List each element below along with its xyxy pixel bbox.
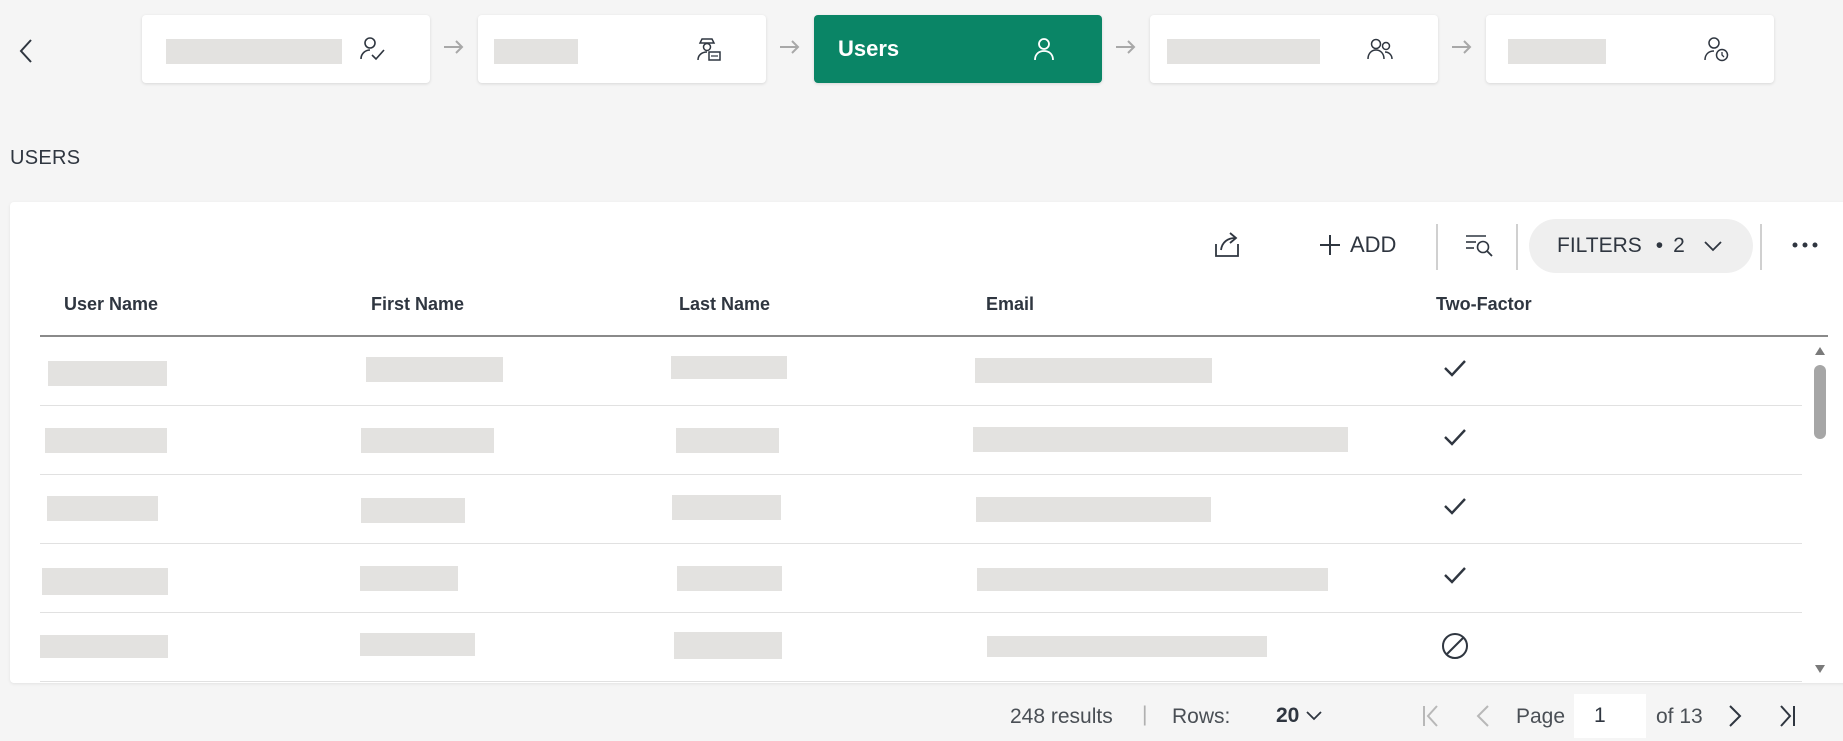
rows-per-page-value: 20: [1276, 704, 1300, 727]
table-row[interactable]: [40, 475, 1802, 544]
filters-count: 2: [1673, 234, 1685, 257]
filters-button[interactable]: FILTERS • 2: [1529, 219, 1753, 273]
column-header-username[interactable]: User Name: [64, 294, 158, 315]
user-check-icon: [360, 37, 385, 61]
chevron-down-icon: [1306, 711, 1322, 721]
cell-placeholder: [40, 635, 168, 658]
arrow-right-icon: [1452, 40, 1472, 54]
cell-placeholder: [674, 632, 782, 659]
table-body: [40, 337, 1812, 683]
section-title: USERS: [10, 147, 81, 169]
cell-placeholder: [676, 428, 779, 453]
user-icon: [1034, 38, 1054, 61]
cell-placeholder: [976, 497, 1211, 522]
scroll-down-arrow[interactable]: [1815, 665, 1825, 673]
results-count: 248 results: [1010, 705, 1113, 728]
check-icon: [1444, 360, 1466, 377]
step-3-users[interactable]: Users: [814, 15, 1102, 83]
export-icon: [1215, 232, 1239, 257]
step-5-label-placeholder: [1508, 39, 1606, 64]
arrow-right-icon: [780, 40, 800, 54]
cell-placeholder: [360, 566, 458, 591]
scroll-thumb[interactable]: [1814, 365, 1826, 439]
chevron-left-icon: [1476, 705, 1489, 727]
plus-icon: [1320, 235, 1340, 255]
arrow-right-icon: [444, 40, 464, 54]
user-clock-icon: [1704, 37, 1729, 62]
users-group-icon: [1367, 38, 1393, 60]
previous-page-button[interactable]: [1468, 700, 1498, 732]
cell-placeholder: [361, 498, 465, 523]
page-label: Page: [1516, 705, 1566, 728]
step-1-label-placeholder: [166, 39, 342, 64]
add-button-label: ADD: [1350, 232, 1397, 257]
toolbar-divider: [1516, 224, 1518, 270]
filters-separator: •: [1655, 234, 1664, 257]
cell-placeholder: [48, 361, 167, 386]
add-button[interactable]: ADD: [1318, 228, 1396, 262]
cell-placeholder: [677, 566, 782, 591]
cell-placeholder: [361, 428, 494, 453]
cell-placeholder: [366, 357, 503, 382]
rows-per-page-label: Rows:: [1172, 705, 1231, 728]
scroll-up-arrow[interactable]: [1815, 347, 1825, 355]
cell-placeholder: [973, 427, 1348, 452]
table-row[interactable]: [40, 337, 1802, 406]
blocked-icon: [1442, 633, 1468, 659]
cell-placeholder: [45, 428, 167, 453]
column-header-last-name[interactable]: Last Name: [679, 294, 770, 315]
table-row[interactable]: [40, 544, 1802, 613]
check-icon: [1444, 498, 1466, 515]
first-page-button[interactable]: [1416, 700, 1446, 732]
rows-per-page-select[interactable]: 20: [1276, 700, 1323, 732]
chevron-down-icon: [1704, 241, 1722, 252]
cell-placeholder: [975, 358, 1212, 383]
table-row[interactable]: [40, 613, 1802, 682]
cell-placeholder: [47, 496, 158, 521]
next-page-button[interactable]: [1720, 700, 1750, 732]
table-scrollbar[interactable]: [1810, 337, 1830, 683]
step-5[interactable]: [1486, 15, 1774, 83]
page-total: of 13: [1656, 705, 1703, 728]
users-table-panel: ADD FILTERS • 2 User Name First Name Las…: [10, 202, 1843, 683]
chevron-left-icon: [19, 39, 32, 63]
more-options-button[interactable]: [1787, 228, 1823, 262]
last-page-icon: [1780, 705, 1795, 727]
search-list-button[interactable]: [1462, 228, 1496, 262]
step-4-label-placeholder: [1167, 39, 1320, 64]
column-header-two-factor[interactable]: Two-Factor: [1436, 294, 1532, 315]
cell-placeholder: [671, 356, 787, 379]
check-icon: [1444, 429, 1466, 446]
table-row[interactable]: [40, 406, 1802, 475]
step-2-label-placeholder: [494, 39, 578, 64]
arrow-right-icon: [1116, 40, 1136, 54]
step-3-label: Users: [838, 36, 900, 61]
filters-label: FILTERS: [1557, 234, 1642, 257]
step-2[interactable]: [478, 15, 766, 83]
list-search-icon: [1466, 235, 1493, 257]
user-badge-icon: [697, 38, 721, 61]
cell-placeholder: [977, 568, 1328, 591]
cell-placeholder: [360, 633, 475, 656]
column-header-email[interactable]: Email: [986, 294, 1034, 315]
step-1[interactable]: [142, 15, 430, 83]
more-horizontal-icon: [1792, 242, 1818, 248]
footer-separator: |: [1142, 703, 1148, 726]
cell-placeholder: [672, 495, 781, 520]
check-icon: [1444, 567, 1466, 584]
pagination-bar: 248 results | Rows: 20 Page of 13: [0, 694, 1843, 738]
first-page-icon: [1423, 705, 1438, 727]
cell-placeholder: [42, 568, 168, 595]
export-button[interactable]: [1210, 228, 1244, 262]
toolbar-divider: [1436, 224, 1438, 270]
toolbar-divider: [1760, 224, 1762, 270]
cell-placeholder: [987, 636, 1267, 657]
chevron-right-icon: [1729, 705, 1742, 727]
back-button[interactable]: [14, 36, 38, 66]
column-header-first-name[interactable]: First Name: [371, 294, 464, 315]
page-number-input[interactable]: [1574, 694, 1646, 738]
last-page-button[interactable]: [1772, 700, 1802, 732]
step-4[interactable]: [1150, 15, 1438, 83]
